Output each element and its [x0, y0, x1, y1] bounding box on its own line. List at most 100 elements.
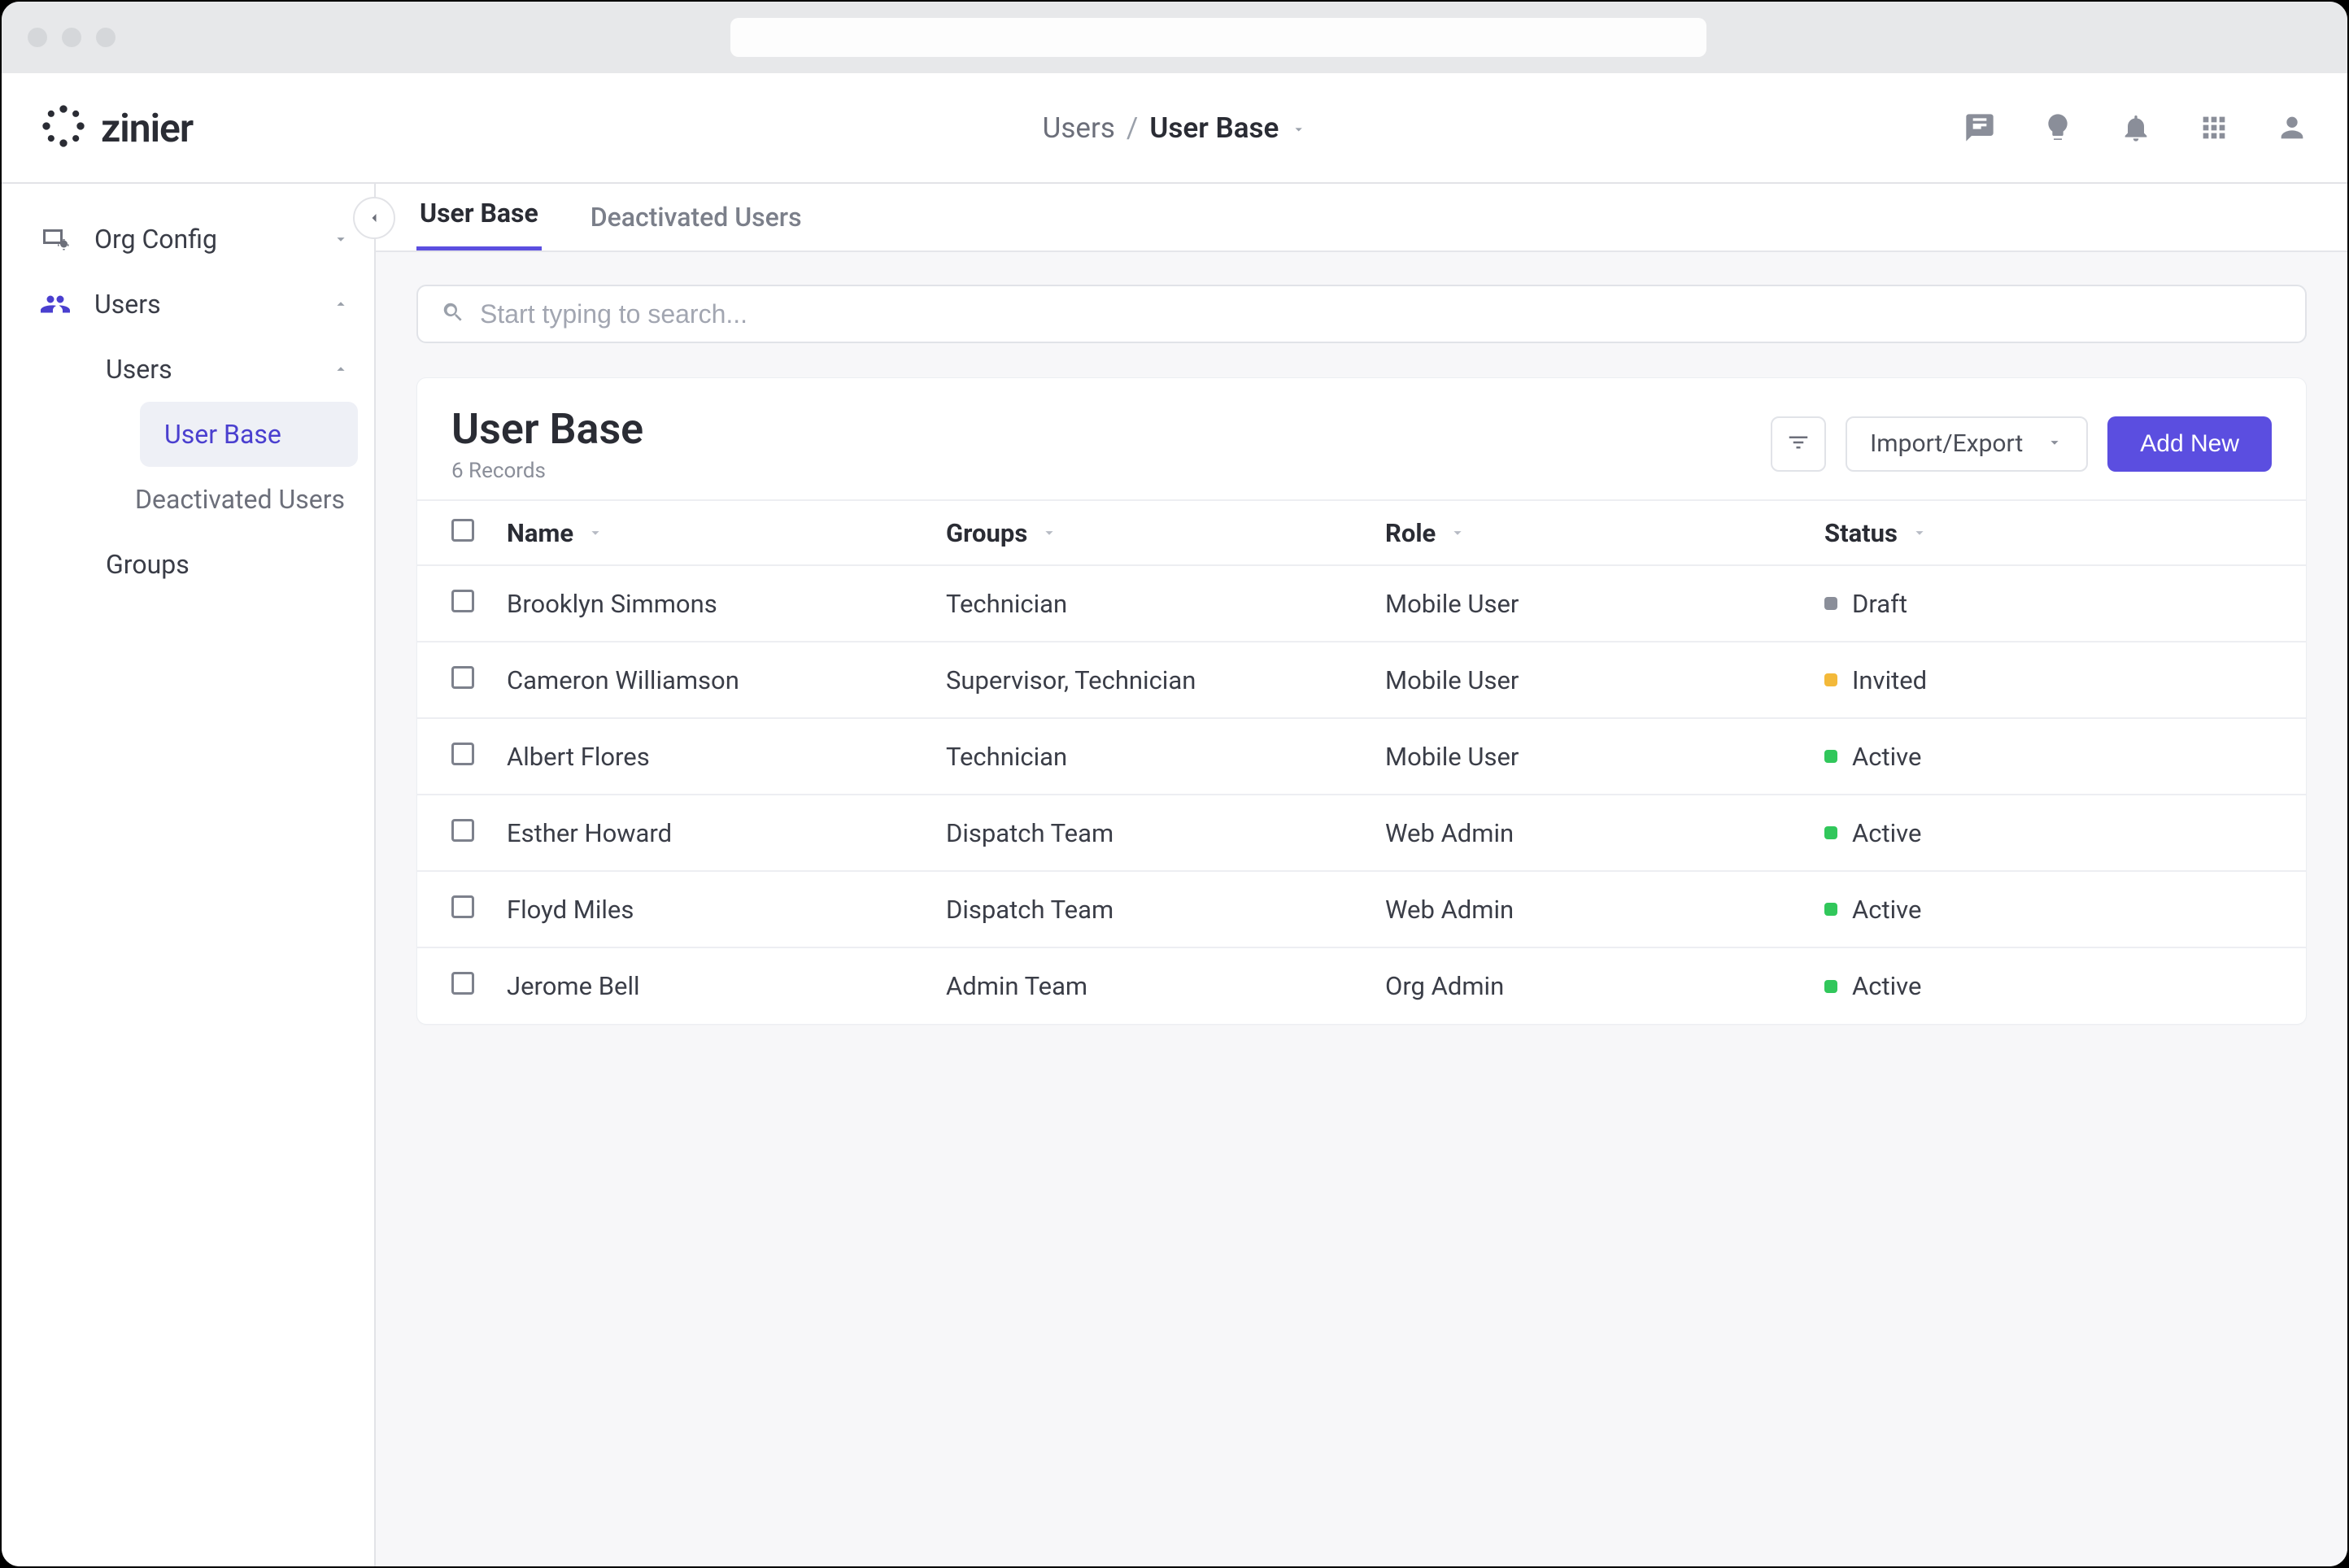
select-all-checkbox[interactable]	[451, 519, 474, 542]
table-row[interactable]: Esther HowardDispatch TeamWeb Admin Activ…	[417, 795, 2306, 871]
users-icon	[39, 290, 72, 319]
brand-name: zinier	[101, 105, 193, 151]
column-header-role[interactable]: Role	[1385, 500, 1824, 565]
chevron-down-icon	[332, 224, 350, 255]
window-titlebar	[2, 2, 2347, 73]
bell-icon[interactable]	[2120, 111, 2152, 144]
sidebar-item-label: Users	[106, 354, 172, 385]
main-content: User Base Deactivated Users User Bas	[376, 184, 2347, 1568]
add-new-label: Add New	[2140, 430, 2239, 457]
row-checkbox[interactable]	[451, 819, 474, 842]
sort-icon	[1911, 518, 1928, 548]
cell-name: Cameron Williamson	[507, 642, 946, 718]
table-row[interactable]: Albert FloresTechnicianMobile UserActive	[417, 718, 2306, 795]
tabs: User Base Deactivated Users	[376, 184, 2347, 252]
cell-role: Mobile User	[1385, 718, 1824, 795]
org-config-icon	[39, 224, 72, 254]
import-export-label: Import/Export	[1870, 429, 2023, 458]
tab-user-base[interactable]: User Base	[416, 198, 542, 250]
cell-status: Draft	[1824, 565, 2306, 642]
table-row[interactable]: Floyd MilesDispatch TeamWeb Admin Active	[417, 871, 2306, 947]
brand-logo-icon	[41, 103, 86, 152]
table-row[interactable]: Brooklyn SimmonsTechnicianMobile UserDra…	[417, 565, 2306, 642]
apps-grid-icon[interactable]	[2198, 111, 2230, 144]
cell-status: Active	[1824, 795, 2306, 871]
cell-name: Brooklyn Simmons	[507, 565, 946, 642]
row-checkbox[interactable]	[451, 895, 474, 918]
cell-role: Mobile User	[1385, 565, 1824, 642]
panel-title: User Base	[451, 404, 643, 454]
sidebar-item-deactivated-users[interactable]: Deactivated Users	[124, 467, 374, 532]
status-label: Invited	[1852, 665, 1927, 695]
window-minimize[interactable]	[62, 28, 81, 47]
sort-icon	[1449, 518, 1466, 548]
filter-button[interactable]	[1771, 416, 1826, 472]
table-row[interactable]: Cameron WilliamsonSupervisor, Technician…	[417, 642, 2306, 718]
column-label: Role	[1385, 518, 1436, 548]
chevron-up-icon	[332, 289, 350, 320]
import-export-button[interactable]: Import/Export	[1846, 416, 2088, 472]
cell-role: Mobile User	[1385, 642, 1824, 718]
cell-role: Web Admin	[1385, 795, 1824, 871]
cell-status: Active	[1824, 871, 2306, 947]
users-table: Name Groups Role Status	[417, 499, 2306, 1024]
tab-deactivated-users[interactable]: Deactivated Users	[587, 202, 805, 250]
search-icon	[441, 300, 465, 328]
status-label: Active	[1852, 742, 1921, 772]
search-input[interactable]	[480, 299, 2282, 329]
cell-role: Web Admin	[1385, 871, 1824, 947]
row-checkbox[interactable]	[451, 666, 474, 689]
sidebar: Org Config Users Users User Base	[2, 184, 376, 1568]
column-header-status[interactable]: Status	[1824, 500, 2306, 565]
cell-name: Floyd Miles	[507, 871, 946, 947]
topbar-actions	[1963, 111, 2308, 144]
cell-name: Esther Howard	[507, 795, 946, 871]
column-header-name[interactable]: Name	[507, 500, 946, 565]
sidebar-item-users-root[interactable]: Users	[2, 272, 374, 337]
breadcrumb: Users / User Base	[1043, 111, 1307, 145]
cell-groups: Technician	[946, 565, 1385, 642]
status-label: Active	[1852, 818, 1921, 848]
table-row[interactable]: Jerome BellAdmin TeamOrg AdminActive	[417, 947, 2306, 1024]
status-label: Active	[1852, 971, 1921, 1001]
status-dot-icon	[1824, 826, 1837, 839]
column-header-groups[interactable]: Groups	[946, 500, 1385, 565]
row-checkbox[interactable]	[451, 972, 474, 995]
window-close[interactable]	[28, 28, 47, 47]
sidebar-collapse-button[interactable]	[353, 197, 395, 239]
filter-icon	[1786, 430, 1811, 458]
sort-icon	[586, 518, 604, 548]
cell-groups: Dispatch Team	[946, 795, 1385, 871]
user-base-card: User Base 6 Records Import/Export	[416, 377, 2307, 1025]
sidebar-item-groups[interactable]: Groups	[94, 532, 374, 597]
status-dot-icon	[1824, 903, 1837, 916]
row-checkbox[interactable]	[451, 743, 474, 765]
sidebar-item-org-config[interactable]: Org Config	[2, 207, 374, 272]
hint-icon[interactable]	[2042, 111, 2074, 144]
row-checkbox[interactable]	[451, 590, 474, 612]
breadcrumb-current[interactable]: User Base	[1149, 111, 1279, 145]
cell-name: Jerome Bell	[507, 947, 946, 1024]
add-new-button[interactable]: Add New	[2107, 416, 2272, 472]
panel-subtitle: 6 Records	[451, 459, 643, 483]
cell-groups: Dispatch Team	[946, 871, 1385, 947]
cell-name: Albert Flores	[507, 718, 946, 795]
sidebar-item-users[interactable]: Users	[94, 337, 374, 402]
sidebar-item-label: User Base	[164, 419, 281, 450]
browser-urlbar[interactable]	[730, 18, 1706, 57]
breadcrumb-caret-icon[interactable]	[1290, 111, 1306, 145]
status-label: Active	[1852, 895, 1921, 925]
brand: zinier	[41, 103, 193, 152]
breadcrumb-parent[interactable]: Users	[1043, 111, 1115, 145]
chevron-down-icon	[2046, 429, 2064, 458]
window-controls	[28, 28, 115, 47]
cell-groups: Supervisor, Technician	[946, 642, 1385, 718]
avatar-icon[interactable]	[2276, 111, 2308, 144]
sidebar-item-label: Org Config	[94, 224, 217, 255]
cell-status: Active	[1824, 947, 2306, 1024]
search-box[interactable]	[416, 285, 2307, 343]
chat-icon[interactable]	[1963, 111, 1996, 144]
window-maximize[interactable]	[96, 28, 115, 47]
sidebar-item-user-base[interactable]: User Base	[140, 402, 358, 467]
cell-status: Active	[1824, 718, 2306, 795]
